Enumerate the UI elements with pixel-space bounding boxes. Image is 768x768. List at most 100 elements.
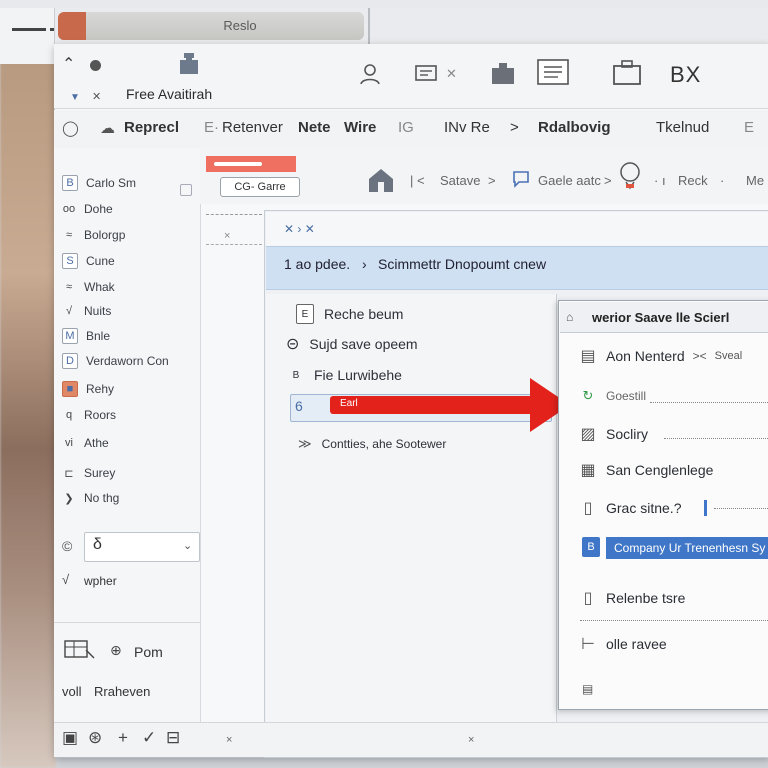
sidebar-item[interactable]: √ Nuits [62, 300, 198, 322]
sidebar-item[interactable]: M Bnle [62, 325, 198, 347]
sidebar-item[interactable]: S Cune [62, 250, 198, 272]
ribbon-item[interactable]: IG [398, 119, 414, 136]
ribbon-item[interactable]: Rdalbovig [538, 119, 611, 136]
ribbon-item[interactable]: Wire [344, 119, 376, 136]
sidebar-item-icon: ⊏ [64, 467, 74, 480]
dialog-divider [650, 402, 768, 403]
user-icon[interactable] [358, 62, 382, 90]
list-item[interactable]: B Fie Lurwibehe [288, 366, 402, 384]
ribbon-item[interactable]: INv Re [444, 119, 490, 136]
ribbon-item[interactable]: E [744, 119, 754, 136]
list-item[interactable]: ≫ Contties, ahe Sootewer [298, 436, 446, 452]
sidebar-item[interactable]: ≈ Bolorgp [62, 224, 198, 246]
list-item-icon: B [292, 369, 300, 381]
record-dot-icon[interactable] [90, 60, 101, 71]
settings-icon[interactable]: ⊛ [88, 728, 102, 748]
sidebar-bottom-item[interactable]: Rraheven [94, 684, 150, 699]
nav-forward-icon[interactable]: > [604, 173, 612, 188]
dialog-row[interactable]: ⊢ olle ravee [578, 634, 768, 654]
sidebar-item-label: Whak [84, 280, 115, 294]
nav-forward-icon[interactable]: > [488, 173, 496, 188]
close-icon[interactable]: ✕ [446, 66, 457, 82]
sidebar-item[interactable]: D Verdaworn Con [62, 350, 198, 372]
sidebar-item[interactable]: ■ Rehy [62, 378, 198, 400]
selected-file-icon: B [582, 537, 600, 557]
search-field[interactable]: CG- Garre [220, 177, 300, 197]
ribbon-item[interactable]: Retenver [222, 119, 283, 136]
inbox-icon[interactable]: ⊟ [166, 728, 180, 748]
sidebar-item[interactable]: ❯ No thg [62, 487, 198, 509]
dialog-row[interactable]: ▤ Aon Nenterd >< Sveal [578, 346, 768, 366]
list-item[interactable]: E Reche beum [296, 304, 403, 324]
sidebar-dropdown[interactable]: δ ⌄ [84, 532, 200, 562]
image-icon: ▨ [580, 426, 596, 443]
close-small-icon[interactable]: × [468, 734, 474, 746]
text-cursor [704, 500, 707, 516]
plus-icon[interactable]: + [118, 728, 128, 748]
ribbon-item[interactable]: Nete [298, 119, 331, 136]
nav-back-icon[interactable]: | < [410, 173, 425, 188]
ribbon-item[interactable]: Tkelnud [656, 119, 709, 136]
sidebar-extra-item[interactable]: wpher [84, 574, 117, 588]
nav-item[interactable]: Me [746, 173, 764, 188]
check-icon: √ [62, 572, 70, 587]
copyright-icon: © [62, 538, 73, 554]
nav-separator: · ı [654, 173, 666, 188]
list-column [266, 294, 557, 756]
close-small-icon[interactable]: ✕ [92, 90, 101, 103]
check-icon[interactable]: ✓ [142, 728, 156, 748]
chevron-down-icon[interactable]: ▼ [70, 92, 80, 103]
ribbon-item[interactable]: Reprecl [124, 119, 179, 136]
circle-icon[interactable]: ◯ [62, 119, 79, 137]
briefcase-icon[interactable] [612, 58, 642, 90]
sidebar-item[interactable]: ⊏ Surey [62, 462, 198, 484]
browser-tab-title: Reslo [223, 18, 257, 33]
grid-icon[interactable]: ▤ [582, 682, 593, 696]
file-icon: ▤ [580, 348, 596, 365]
sidebar-item[interactable]: oo Dohe [62, 198, 198, 220]
tab-separator [368, 8, 370, 46]
sidebar-item[interactable]: vi Athe [62, 432, 198, 454]
dialog-row-label: Aon Nenterd [606, 348, 685, 364]
nav-item[interactable]: Reck [678, 173, 708, 188]
extension-icon[interactable] [488, 58, 518, 92]
dialog-row[interactable]: ▨ Socliry [578, 424, 768, 444]
cloud-upload-icon[interactable] [616, 160, 644, 195]
cloud-icon[interactable]: ☁ [100, 119, 115, 137]
breadcrumb-icons[interactable]: ✕ › ✕ [284, 222, 315, 236]
table-icon[interactable]: ▣ [62, 728, 78, 748]
sidebar-item-label: Bolorgp [84, 228, 126, 242]
dialog-row[interactable]: ▯ Relenbe tsre [578, 588, 768, 608]
close-small-icon[interactable]: × [226, 734, 232, 746]
sidebar-item[interactable]: q Roors [62, 404, 198, 426]
panel-toolbar [266, 212, 768, 246]
close-small-icon[interactable]: × [224, 230, 230, 242]
folder-icon: ⊢ [581, 636, 595, 653]
document-icon[interactable] [536, 58, 570, 90]
nav-item[interactable]: Satave [440, 173, 480, 188]
dialog-row-selected[interactable]: Company Ur Trenenhesn Sy [606, 537, 768, 559]
home-icon[interactable] [366, 166, 396, 199]
print-icon[interactable] [414, 64, 440, 88]
browser-menu-button[interactable] [0, 8, 55, 64]
list-item[interactable]: ⊝ Sujd save opeem [286, 334, 418, 354]
puzzle-icon[interactable] [176, 52, 202, 82]
sidebar-item-label: Dohe [84, 202, 113, 216]
nav-separator: · [720, 173, 725, 188]
nav-item[interactable]: Gaele aatc [538, 173, 601, 188]
chevron-up-icon[interactable]: ⌃ [62, 54, 75, 74]
sidebar-item[interactable]: B Carlo Sm [62, 172, 198, 194]
sidebar-item-icon: √ [65, 305, 73, 317]
table-icon[interactable] [64, 640, 98, 667]
sidebar-bottom-item[interactable]: Pom [134, 644, 163, 660]
sidebar-item[interactable]: ≈ Whak [62, 276, 198, 298]
ribbon-separator: E· [204, 119, 219, 136]
dialog-row[interactable]: ▦ San Cenglenlege [578, 460, 768, 480]
bottom-bar [54, 722, 768, 757]
chat-icon[interactable] [512, 170, 530, 193]
dialog-row-label: San Cenglenlege [606, 462, 714, 478]
notification-banner[interactable] [206, 156, 296, 172]
sidebar-item-label: Carlo Sm [86, 176, 137, 190]
ribbon-item[interactable]: > [510, 119, 519, 136]
dialog-divider [714, 508, 768, 509]
